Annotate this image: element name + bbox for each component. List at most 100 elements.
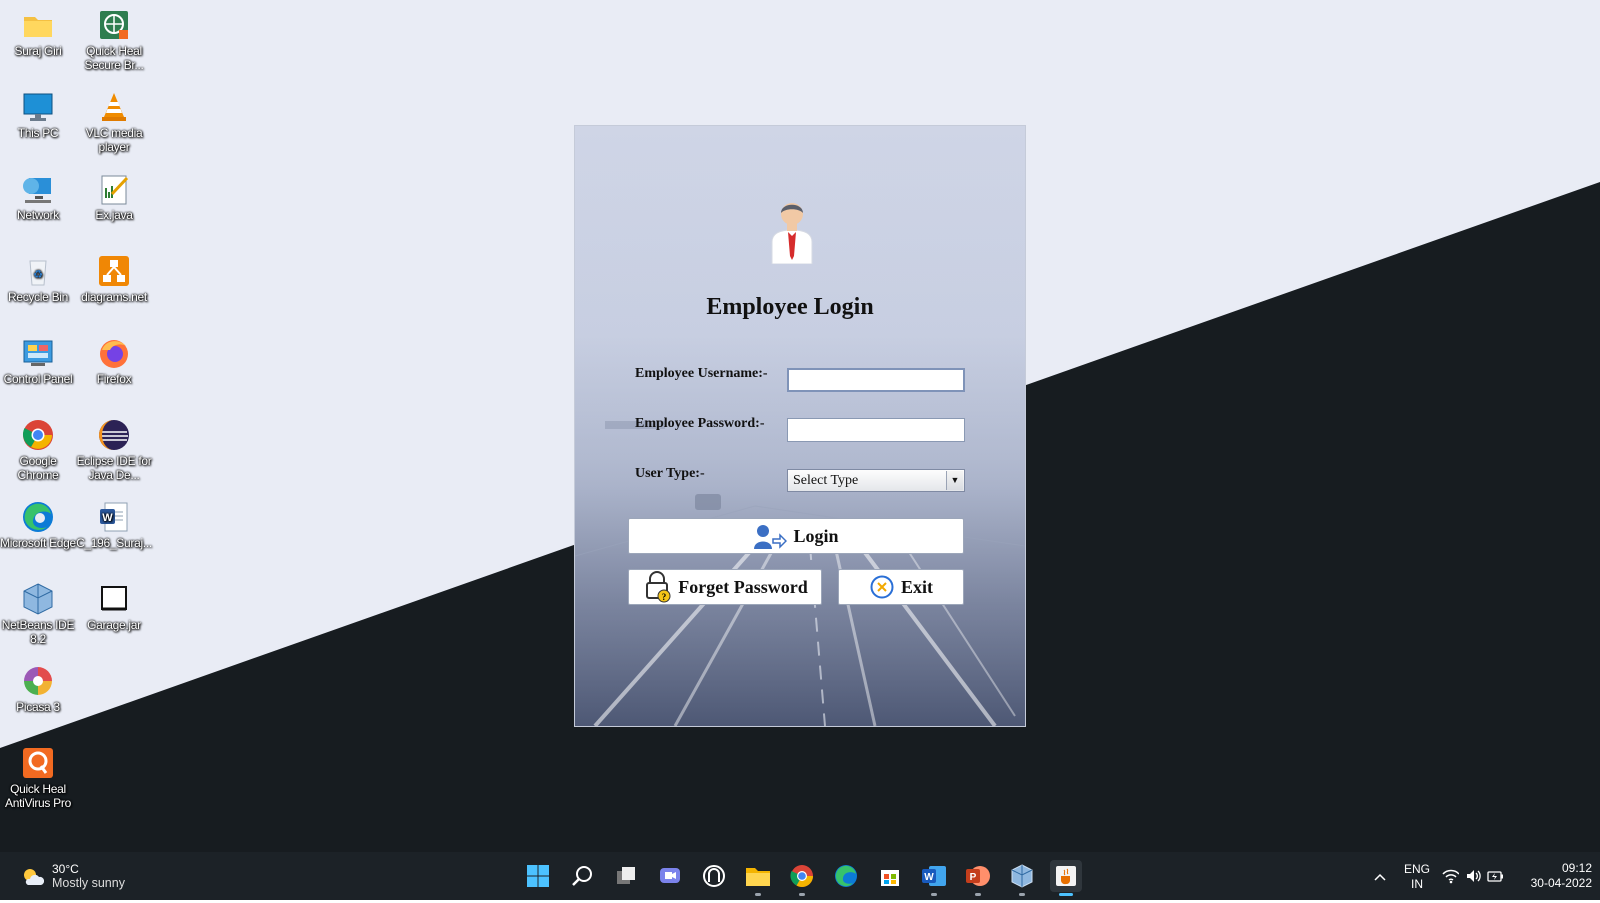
desktop-icon-recycle-bin[interactable]: ♻ Recycle Bin	[0, 254, 76, 304]
chevron-up-icon	[1374, 873, 1386, 881]
username-label: Employee Username:-	[635, 366, 768, 381]
chrome-icon	[21, 418, 55, 452]
taskbar: 30°C Mostly sunny W P ENG IN 09:12 30-04…	[0, 852, 1600, 900]
secure-browser-icon	[97, 8, 131, 42]
desktop-icon-suraj-giri[interactable]: Suraj Giri	[0, 8, 76, 58]
picasa-icon	[21, 664, 55, 698]
wifi-icon	[1442, 869, 1459, 884]
taskbar-widgets[interactable]	[698, 860, 730, 892]
desktop-icon-quick-heal-antivirus[interactable]: Quick Heal AntiVirus Pro	[0, 746, 76, 810]
desktop-icon-diagrams-net[interactable]: diagrams.net	[76, 254, 152, 304]
login-title: Employee Login	[706, 294, 874, 320]
desktop-icon-word-document[interactable]: W C_196_Suraj...	[76, 500, 152, 550]
edge-icon	[21, 500, 55, 534]
folder-icon	[21, 8, 55, 42]
taskbar-java[interactable]	[1050, 860, 1082, 896]
chrome-icon	[790, 865, 813, 887]
network-icon	[21, 172, 55, 206]
clock[interactable]: 09:12 30-04-2022	[1512, 852, 1592, 900]
taskbar-netbeans[interactable]	[1006, 860, 1038, 896]
desktop-icon-google-chrome[interactable]: Google Chrome	[0, 418, 76, 482]
lock-question-icon: ?	[646, 571, 671, 603]
taskbar-edge[interactable]	[830, 860, 862, 892]
language-indicator[interactable]: ENG IN	[1400, 852, 1434, 900]
weather-widget[interactable]: 30°C Mostly sunny	[20, 862, 125, 891]
clock-time: 09:12	[1561, 861, 1592, 875]
desktop-icon-garage-jar[interactable]: Garage.jar	[76, 582, 152, 632]
diagrams-icon	[97, 254, 131, 288]
svg-text:W: W	[102, 512, 113, 524]
running-indicator	[975, 893, 981, 896]
employee-avatar-icon	[769, 196, 815, 265]
store-icon	[881, 870, 899, 886]
taskbar-task-view[interactable]	[610, 860, 642, 892]
running-indicator	[1059, 893, 1073, 896]
user-type-label: User Type:-	[635, 466, 705, 481]
netbeans-icon	[21, 582, 55, 616]
desktop-icon-ex-java[interactable]: Ex.java	[76, 172, 152, 222]
taskbar-powerpoint[interactable]: P	[962, 860, 994, 896]
edge-icon	[835, 865, 857, 887]
clock-date: 30-04-2022	[1530, 876, 1592, 890]
exit-button[interactable]: Exit	[838, 569, 964, 605]
volume-icon	[1466, 870, 1481, 882]
jar-file-icon	[97, 582, 131, 616]
running-indicator	[1019, 893, 1025, 896]
taskbar-search[interactable]	[566, 860, 598, 892]
weather-temp: 30°C	[52, 862, 79, 876]
running-indicator	[755, 893, 761, 896]
desktop-icon-vlc[interactable]: VLC media player	[76, 90, 152, 154]
taskbar-chrome[interactable]	[786, 860, 818, 896]
firefox-icon	[97, 336, 131, 370]
username-input[interactable]	[787, 368, 965, 392]
taskbar-chat[interactable]	[654, 860, 686, 892]
taskbar-store[interactable]	[874, 860, 906, 892]
java-file-icon	[97, 172, 131, 206]
chat-icon	[660, 868, 680, 883]
desktop-icon-control-panel[interactable]: Control Panel	[0, 336, 76, 386]
running-indicator	[931, 893, 937, 896]
desktop-icon-microsoft-edge[interactable]: Microsoft Edge	[0, 500, 76, 550]
desktop-icon-picasa[interactable]: Picasa 3	[0, 664, 76, 714]
forget-password-label: Forget Password	[678, 576, 808, 597]
control-panel-icon	[21, 336, 55, 370]
word-doc-icon: W	[97, 500, 131, 534]
windows-logo-icon	[527, 865, 549, 887]
quick-heal-icon	[21, 746, 55, 780]
desktop-icon-network[interactable]: Network	[0, 172, 76, 222]
show-hidden-icons[interactable]	[1370, 852, 1390, 900]
employee-login-window: Employee Login Employee Username:- Emplo…	[575, 126, 1025, 726]
language-region: IN	[1411, 877, 1423, 891]
vlc-cone-icon	[97, 90, 131, 124]
partly-sunny-icon	[24, 868, 44, 885]
forget-password-button[interactable]: ? Forget Password	[628, 569, 822, 605]
login-button[interactable]: Login	[628, 518, 964, 554]
desktop-icon-netbeans[interactable]: NetBeans IDE 8.2	[0, 582, 76, 646]
desktop-icon-this-pc[interactable]: This PC	[0, 90, 76, 140]
password-label: Employee Password:-	[635, 416, 765, 431]
password-input[interactable]	[787, 418, 965, 442]
close-circle-icon	[870, 575, 894, 599]
taskbar-file-explorer[interactable]	[742, 860, 774, 896]
user-type-select[interactable]: Select Type ▼	[787, 469, 965, 492]
desktop-icon-firefox[interactable]: Firefox	[76, 336, 152, 386]
dropdown-arrow-icon[interactable]: ▼	[946, 471, 963, 490]
user-login-icon	[754, 525, 788, 549]
svg-text:W: W	[924, 872, 934, 883]
search-icon	[572, 866, 592, 886]
desktop-icon-eclipse[interactable]: Eclipse IDE for Java De...	[76, 418, 152, 482]
eclipse-icon	[97, 418, 131, 452]
desktop: Suraj Giri This PC Network ♻ Recycle Bin…	[0, 0, 1600, 852]
taskbar-word[interactable]: W	[918, 860, 950, 896]
weather-desc: Mostly sunny	[52, 876, 125, 890]
system-tray-icons[interactable]	[1442, 852, 1504, 900]
svg-text:P: P	[970, 872, 977, 883]
language-code: ENG	[1403, 862, 1430, 876]
java-cup-icon	[1056, 866, 1076, 886]
running-indicator	[799, 893, 805, 896]
svg-text:?: ?	[662, 592, 667, 602]
start-button[interactable]	[522, 860, 554, 892]
widgets-icon	[703, 865, 725, 887]
monitor-icon	[21, 90, 55, 124]
desktop-icon-quick-heal-secure-browser[interactable]: Quick Heal Secure Br...	[76, 8, 152, 72]
